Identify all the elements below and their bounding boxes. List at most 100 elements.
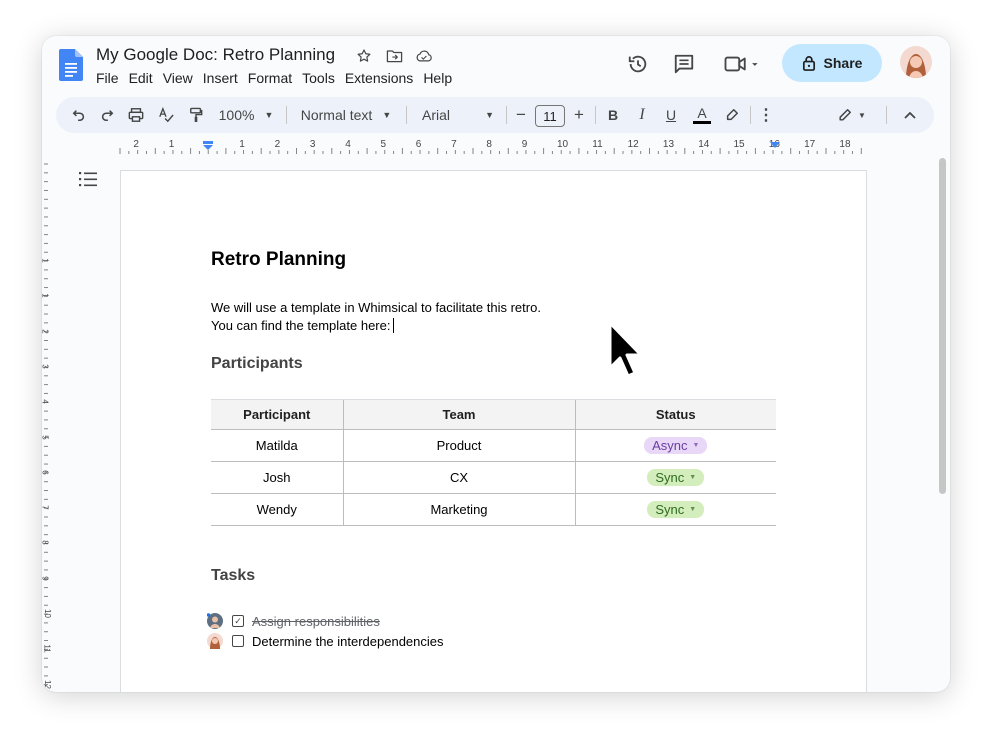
team-cell[interactable]: Product (342, 429, 575, 462)
status-chip[interactable]: Async ▼ (644, 437, 708, 454)
participant-cell[interactable]: Wendy (211, 493, 343, 526)
table-row: Josh CX Sync ▼ (211, 461, 776, 494)
table-header-team[interactable]: Team (342, 399, 575, 430)
italic-button[interactable]: I (630, 97, 654, 133)
text-color-button[interactable]: A (689, 97, 715, 133)
chevron-down-icon: ▼ (689, 506, 697, 513)
status-cell[interactable]: Sync ▼ (574, 493, 776, 526)
document-heading[interactable]: Retro Planning (211, 249, 346, 271)
task-label[interactable]: Determine the interdependencies (252, 634, 444, 649)
highlight-icon[interactable] (720, 97, 744, 133)
participant-cell[interactable]: Matilda (211, 429, 343, 462)
collapse-toolbar-icon[interactable] (898, 97, 922, 133)
cloud-saved-icon[interactable] (414, 46, 434, 66)
table-header-status[interactable]: Status (574, 399, 776, 430)
font-size-input[interactable]: 11 (535, 105, 565, 127)
paragraph-line-1[interactable]: We will use a template in Whimsical to f… (211, 300, 541, 315)
status-chip[interactable]: Sync ▼ (647, 501, 705, 518)
move-folder-icon[interactable] (384, 46, 404, 66)
toolbar-divider (750, 106, 751, 124)
task-checkbox[interactable] (232, 635, 244, 647)
status-cell[interactable]: Sync ▼ (574, 461, 776, 494)
text-color-letter: A (697, 105, 707, 121)
left-indent-marker-icon[interactable] (202, 140, 214, 152)
user-avatar[interactable] (900, 46, 932, 78)
team-cell[interactable]: CX (342, 461, 575, 494)
bold-button[interactable]: B (601, 97, 625, 133)
menu-view[interactable]: View (163, 70, 200, 86)
pencil-icon (839, 109, 852, 121)
status-chip-label: Sync (655, 470, 685, 485)
style-select[interactable]: Normal text ▼ (296, 97, 396, 133)
font-value: Arial (422, 107, 451, 123)
toolbar-divider (886, 106, 887, 124)
menu-tools[interactable]: Tools (302, 70, 342, 86)
assignee-avatar[interactable] (207, 633, 223, 649)
ruler-number: 1 (168, 139, 175, 150)
status-chip[interactable]: Sync ▼ (647, 469, 705, 486)
menu-file[interactable]: File (96, 70, 126, 86)
underline-button[interactable]: U (659, 97, 683, 133)
ruler-number: 5 (380, 139, 387, 150)
spellcheck-icon[interactable] (154, 97, 178, 133)
document-outline-icon[interactable] (78, 170, 98, 188)
tasks-heading[interactable]: Tasks (211, 567, 255, 585)
assignee-avatar[interactable] (206, 613, 223, 629)
meet-video-icon[interactable] (722, 52, 762, 76)
version-history-icon[interactable] (626, 52, 650, 76)
vertical-ruler-number: 11 (42, 644, 52, 653)
vertical-ruler-number: 3 (42, 364, 50, 368)
ruler-number: 4 (345, 139, 351, 150)
docs-window: My Google Doc: Retro Planning File Edit … (42, 36, 950, 692)
zoom-value: 100% (218, 107, 255, 123)
comments-icon[interactable] (672, 52, 696, 76)
redo-icon[interactable] (96, 97, 118, 133)
undo-icon[interactable] (68, 97, 90, 133)
team-cell[interactable]: Marketing (342, 493, 575, 526)
chevron-down-icon: ▼ (858, 110, 866, 120)
task-label[interactable]: Assign responsibilities (252, 614, 380, 629)
ruler-number: 14 (698, 139, 710, 150)
right-indent-marker-icon[interactable] (769, 141, 781, 151)
task-item: Determine the interdependencies (207, 633, 444, 649)
paint-format-icon[interactable] (184, 97, 208, 133)
vertical-ruler[interactable]: 112345678910111213 (42, 156, 54, 692)
horizontal-ruler[interactable]: 21123456789101112131415161718 (42, 136, 950, 156)
chevron-down-icon: ▼ (692, 442, 700, 449)
participants-table[interactable]: Participant Team Status Matilda Product … (211, 399, 776, 526)
print-icon[interactable] (124, 97, 148, 133)
menu-insert[interactable]: Insert (203, 70, 245, 86)
more-options-button[interactable]: ⋮ (756, 97, 776, 133)
participant-cell[interactable]: Josh (211, 461, 343, 494)
star-icon[interactable] (354, 46, 374, 66)
menu-extensions[interactable]: Extensions (345, 70, 420, 86)
ruler-number: 6 (415, 139, 422, 150)
document-page[interactable]: Retro Planning We will use a template in… (120, 170, 867, 692)
formatting-toolbar: 100% ▼ Normal text ▼ Arial ▼ − 11 + B I … (56, 97, 934, 133)
menu-edit[interactable]: Edit (129, 70, 160, 86)
decrease-font-size-button[interactable]: − (511, 97, 531, 133)
share-label: Share (823, 55, 863, 71)
table-header-participant[interactable]: Participant (211, 399, 343, 430)
font-select[interactable]: Arial ▼ (418, 97, 498, 133)
task-checkbox[interactable]: ✓ (232, 615, 244, 627)
menu-help[interactable]: Help (423, 70, 459, 86)
paragraph-line-2[interactable]: You can find the template here: (211, 318, 395, 333)
style-value: Normal text (300, 107, 373, 123)
google-docs-logo-icon[interactable] (59, 49, 83, 81)
ruler-number: 12 (627, 139, 639, 150)
vertical-ruler-number: 1 (42, 258, 50, 262)
share-button[interactable]: Share (782, 44, 882, 82)
paragraph-line-2-text: You can find the template here: (211, 318, 391, 333)
vertical-ruler-number: 10 (42, 609, 52, 618)
vertical-ruler-number: 9 (42, 576, 50, 580)
zoom-select[interactable]: 100% ▼ (214, 97, 278, 133)
participants-heading[interactable]: Participants (211, 355, 303, 373)
vertical-ruler-number: 5 (42, 435, 50, 439)
menu-format[interactable]: Format (248, 70, 299, 86)
increase-font-size-button[interactable]: + (569, 97, 589, 133)
status-cell[interactable]: Async ▼ (574, 429, 776, 462)
editing-mode-button[interactable]: ▼ (832, 97, 872, 133)
document-title[interactable]: My Google Doc: Retro Planning (96, 45, 335, 65)
vertical-scrollbar[interactable] (939, 158, 946, 494)
